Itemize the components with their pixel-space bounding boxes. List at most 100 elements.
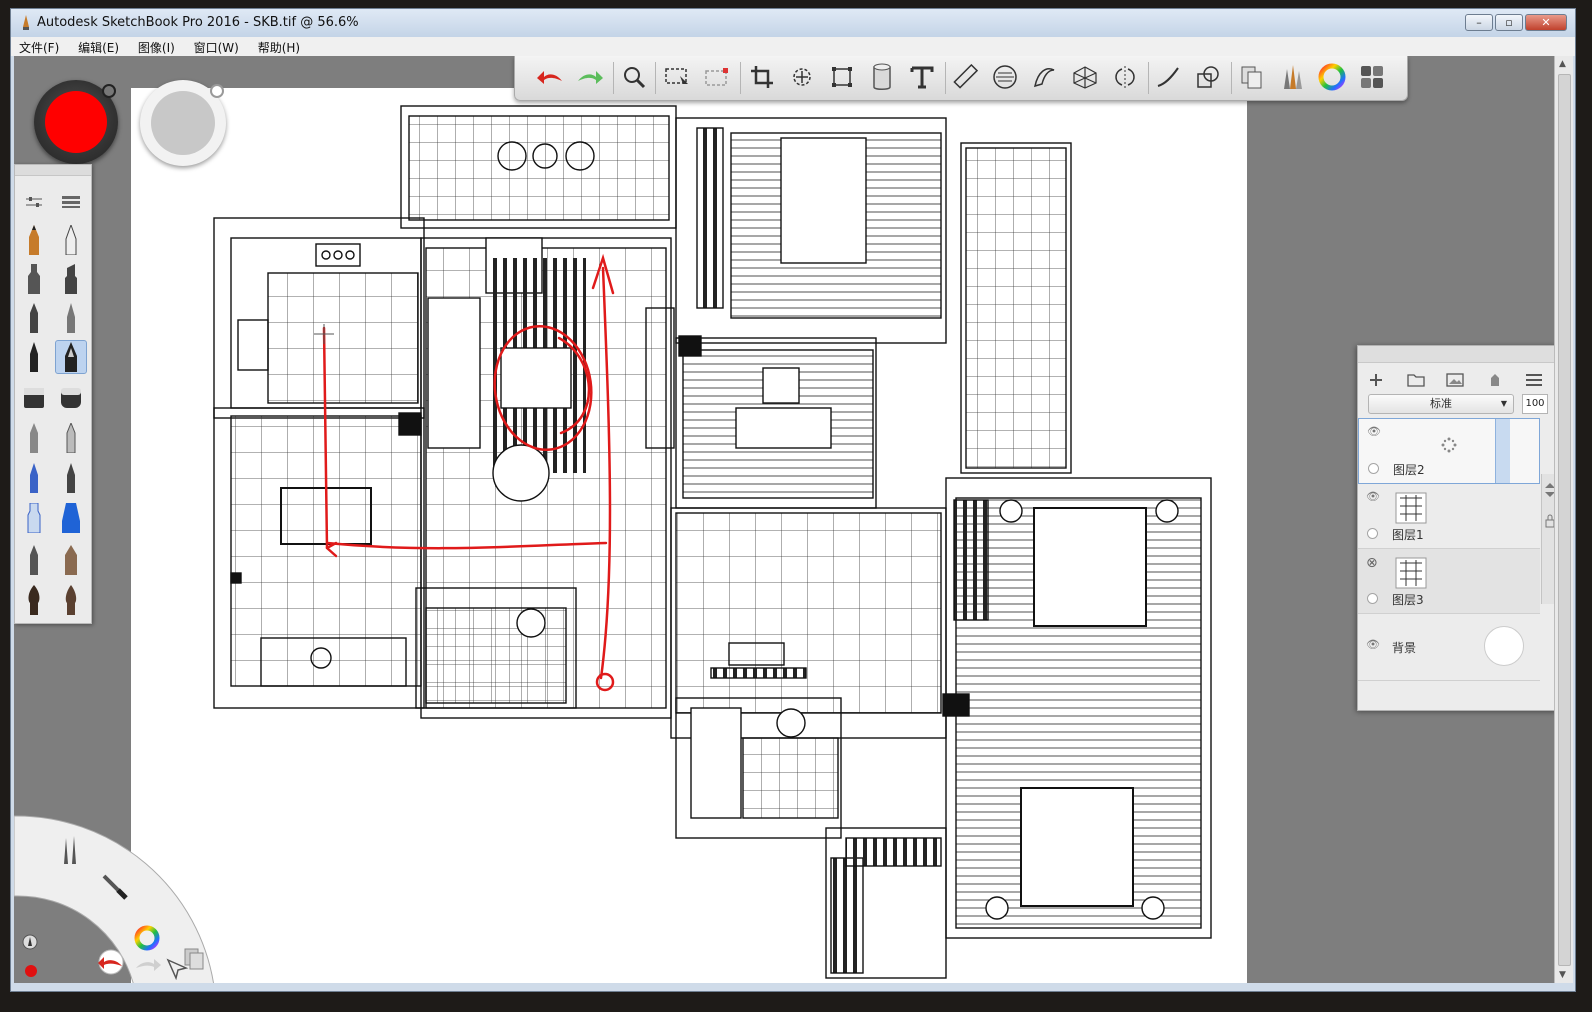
minimize-button[interactable]: –: [1465, 14, 1493, 31]
layer-name: 图层3: [1392, 593, 1424, 607]
visibility-eye-icon[interactable]: 👁: [1366, 638, 1380, 651]
eraser-hard-icon[interactable]: [18, 381, 50, 415]
ruler-icon[interactable]: [948, 60, 982, 94]
symmetry-icon[interactable]: [1108, 60, 1142, 94]
airbrush-icon[interactable]: [18, 421, 50, 455]
round-brush-icon[interactable]: [18, 583, 50, 617]
menu-image[interactable]: 图像(I): [130, 37, 182, 56]
layer-select-radio[interactable]: [1367, 593, 1378, 604]
lagoon-brush-icon[interactable]: [102, 874, 128, 904]
lock-icon[interactable]: [1544, 514, 1554, 528]
distort-icon[interactable]: [825, 60, 859, 94]
layer-menu-icon[interactable]: [1522, 370, 1546, 390]
redo-icon[interactable]: [573, 60, 607, 94]
calligraphy-brush-icon[interactable]: [55, 583, 87, 617]
shapes-icon[interactable]: [1191, 60, 1225, 94]
lagoon-color-wheel-icon[interactable]: [133, 924, 161, 956]
highlighter-icon[interactable]: [18, 501, 50, 535]
menu-help[interactable]: 帮助(H): [250, 37, 307, 56]
primary-color-swatch: [45, 91, 107, 153]
layer-item-layer2[interactable]: 👁 图层2: [1358, 418, 1540, 484]
zoom-icon[interactable]: [617, 60, 651, 94]
chevron-down-icon: ▼: [1500, 399, 1507, 408]
stroke-icon[interactable]: [1151, 60, 1185, 94]
flat-brush-icon[interactable]: [18, 543, 50, 577]
layer-group-icon[interactable]: [1404, 370, 1428, 390]
marker-brush-icon[interactable]: [18, 262, 50, 296]
maximize-button[interactable]: ▫: [1495, 14, 1523, 31]
menu-window[interactable]: 窗口(W): [186, 37, 246, 56]
brush-list-icon[interactable]: [55, 185, 87, 219]
menu-bar: 文件(F) 编辑(E) 图像(I) 窗口(W) 帮助(H): [11, 37, 1575, 56]
hidden-eye-icon[interactable]: ⊗: [1366, 555, 1378, 571]
menu-file[interactable]: 文件(F): [11, 37, 66, 56]
blue-pen-icon[interactable]: [18, 461, 50, 495]
lagoon-redo-icon[interactable]: [134, 953, 164, 977]
background-color-swatch[interactable]: [1484, 626, 1524, 666]
layer-name: 图层1: [1392, 528, 1424, 542]
soft-pencil-icon[interactable]: [55, 421, 87, 455]
add-layer-icon[interactable]: [1364, 370, 1388, 390]
blue-marker-icon[interactable]: [55, 501, 87, 535]
layer-item-background[interactable]: 👁 背景: [1358, 614, 1540, 681]
text-icon[interactable]: [905, 60, 939, 94]
transform-icon[interactable]: [785, 60, 819, 94]
ink-pen-icon[interactable]: [18, 340, 50, 374]
fill-bucket-icon[interactable]: [865, 60, 899, 94]
fine-pen-icon[interactable]: [55, 301, 87, 335]
undo-icon[interactable]: [533, 60, 567, 94]
menu-edit[interactable]: 编辑(E): [70, 37, 126, 56]
rect-select-icon[interactable]: [660, 60, 694, 94]
puck-handle-icon: [102, 84, 116, 98]
technical-pen-icon[interactable]: [55, 223, 87, 257]
vertical-scrollbar[interactable]: ▲ ▼: [1554, 56, 1573, 983]
layer-item-layer3[interactable]: ⊗ 图层3: [1358, 549, 1540, 614]
scroll-up-icon[interactable]: ▲: [1559, 59, 1566, 69]
crop-icon[interactable]: [745, 60, 779, 94]
move-layer-icon[interactable]: [1544, 482, 1554, 498]
layer-item-layer1[interactable]: 👁 图层1: [1358, 484, 1540, 549]
chisel-marker-icon[interactable]: [55, 262, 87, 296]
scrollbar-thumb[interactable]: [1558, 74, 1571, 966]
ballpoint-pen-icon[interactable]: [18, 301, 50, 335]
drawing-canvas[interactable]: [131, 88, 1247, 983]
primary-color-puck[interactable]: [34, 80, 118, 164]
lagoon-color-dot-icon[interactable]: [24, 963, 38, 982]
lagoon-undo-icon[interactable]: [94, 949, 128, 979]
color-wheel-icon[interactable]: [1315, 60, 1349, 94]
fountain-pen-icon[interactable]: [55, 340, 87, 374]
lasso-select-icon[interactable]: [700, 60, 734, 94]
layer-select-radio[interactable]: [1368, 463, 1379, 474]
pencil-brush-icon[interactable]: [18, 223, 50, 257]
french-curve-icon[interactable]: [1028, 60, 1062, 94]
scroll-down-icon[interactable]: ▼: [1559, 970, 1566, 980]
layer-opacity-field[interactable]: 100: [1522, 394, 1548, 414]
fan-brush-icon[interactable]: [55, 543, 87, 577]
lagoon-copy-icon[interactable]: [182, 946, 206, 974]
layout-icon[interactable]: [1355, 60, 1389, 94]
workspace: 标准 ▼ 100 👁 图层2 👁 图层1 ⊗ 图层3 👁 背景: [14, 56, 1554, 983]
layer-thumbnail: [1395, 492, 1427, 524]
title-bar[interactable]: Autodesk SketchBook Pro 2016 - SKB.tif @…: [11, 9, 1575, 37]
brush-settings-icon[interactable]: [18, 185, 50, 219]
main-toolbar: [514, 56, 1408, 101]
visibility-eye-icon[interactable]: 👁: [1367, 425, 1381, 438]
close-button[interactable]: ✕: [1525, 14, 1567, 31]
blend-mode-select[interactable]: 标准 ▼: [1368, 394, 1514, 414]
brush-library-icon[interactable]: [1275, 60, 1309, 94]
lagoon-brushes-icon[interactable]: [59, 834, 81, 868]
floor-plan-drawing: [213, 105, 1212, 979]
clear-layer-icon[interactable]: [1483, 370, 1507, 390]
visibility-eye-icon[interactable]: 👁: [1366, 490, 1380, 503]
lagoon-brush-size-icon[interactable]: [22, 934, 38, 954]
lagoon-menu: [14, 786, 244, 983]
ellipse-guide-icon[interactable]: [988, 60, 1022, 94]
eraser-soft-icon[interactable]: [55, 381, 87, 415]
secondary-color-puck[interactable]: [140, 80, 226, 166]
copy-paste-icon[interactable]: [1235, 60, 1269, 94]
add-image-icon[interactable]: [1443, 370, 1467, 390]
layer-select-radio[interactable]: [1367, 528, 1378, 539]
dark-pen-icon[interactable]: [55, 461, 87, 495]
perspective-icon[interactable]: [1068, 60, 1102, 94]
puck-handle-icon: [210, 84, 224, 98]
